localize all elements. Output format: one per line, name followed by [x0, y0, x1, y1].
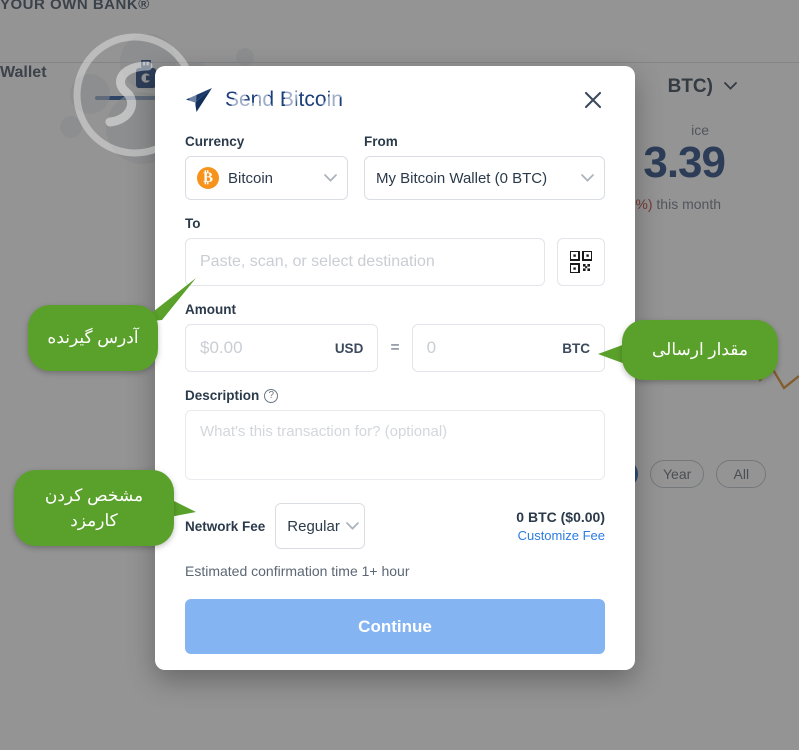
currency-from-row: Currency ₿ Bitcoin From My Bitcoin Walle… [185, 134, 605, 200]
callout-fee-text: مشخص کردن کارمزد [45, 483, 143, 534]
callout-amount: مقدار ارسالی [622, 320, 778, 380]
network-fee-select[interactable]: Regular [275, 503, 366, 549]
screen: YOUR OWN BANK® Wallet BTC) ice 3. [0, 0, 799, 750]
from-wallet-value: My Bitcoin Wallet (0 BTC) [376, 169, 548, 187]
to-address-input[interactable] [185, 238, 545, 286]
bitcoin-icon: ₿ [197, 167, 219, 189]
description-field: Description ? [185, 388, 605, 485]
amount-field: Amount USD = BTC [185, 302, 605, 372]
send-bitcoin-modal: Send Bitcoin Currency ₿ Bitcoin From My … [155, 66, 635, 670]
chevron-down-icon [324, 174, 337, 182]
estimated-confirmation-time: Estimated confirmation time 1+ hour [185, 563, 410, 579]
help-icon[interactable]: ? [264, 388, 279, 403]
to-field: To [185, 216, 605, 286]
description-label: Description ? [185, 388, 605, 403]
amount-label: Amount [185, 302, 236, 317]
fee-amount: 0 BTC ($0.00) [516, 509, 605, 525]
amount-fiat-box[interactable]: USD [185, 324, 379, 372]
callout-fee-line1: مشخص کردن [44, 485, 144, 505]
currency-field: Currency ₿ Bitcoin [185, 134, 348, 200]
currency-select[interactable]: ₿ Bitcoin [185, 156, 348, 200]
customize-fee-link[interactable]: Customize Fee [516, 528, 605, 543]
from-label: From [364, 134, 398, 149]
fee-summary: 0 BTC ($0.00) Customize Fee [516, 509, 605, 543]
to-label: To [185, 216, 201, 231]
amount-crypto-unit: BTC [562, 340, 590, 356]
callout-amount-text: مقدار ارسالی [652, 340, 748, 360]
network-fee-value: Regular [287, 517, 340, 535]
chevron-down-icon [345, 522, 359, 530]
modal-header: Send Bitcoin [185, 66, 605, 134]
modal-title: Send Bitcoin [225, 88, 343, 111]
continue-button[interactable]: Continue [185, 599, 605, 654]
paper-plane-icon [186, 88, 212, 112]
qr-code-icon [570, 251, 592, 273]
amount-crypto-input[interactable] [426, 338, 557, 358]
callout-to-address: آدرس گیرنده [28, 305, 158, 371]
from-field: From My Bitcoin Wallet (0 BTC) [364, 134, 605, 200]
callout-fee-line2: کارمزد [70, 511, 118, 530]
amount-fiat-input[interactable] [200, 338, 329, 358]
equals-sign: = [390, 339, 400, 356]
amount-crypto-box[interactable]: BTC [411, 324, 605, 372]
from-wallet-select[interactable]: My Bitcoin Wallet (0 BTC) [364, 156, 605, 200]
close-icon[interactable] [579, 86, 607, 114]
currency-value: Bitcoin [228, 169, 274, 187]
amount-row: USD = BTC [185, 324, 605, 372]
description-textarea[interactable] [185, 410, 605, 480]
network-fee-row: Network Fee Regular 0 BTC ($0.00) Custom… [185, 503, 605, 549]
description-label-text: Description [185, 388, 260, 403]
currency-label: Currency [185, 134, 245, 149]
amount-fiat-unit: USD [334, 340, 364, 356]
to-row [185, 238, 605, 286]
callout-network-fee: مشخص کردن کارمزد [14, 470, 174, 546]
chevron-down-icon [581, 174, 594, 182]
qr-scan-button[interactable] [557, 238, 605, 286]
